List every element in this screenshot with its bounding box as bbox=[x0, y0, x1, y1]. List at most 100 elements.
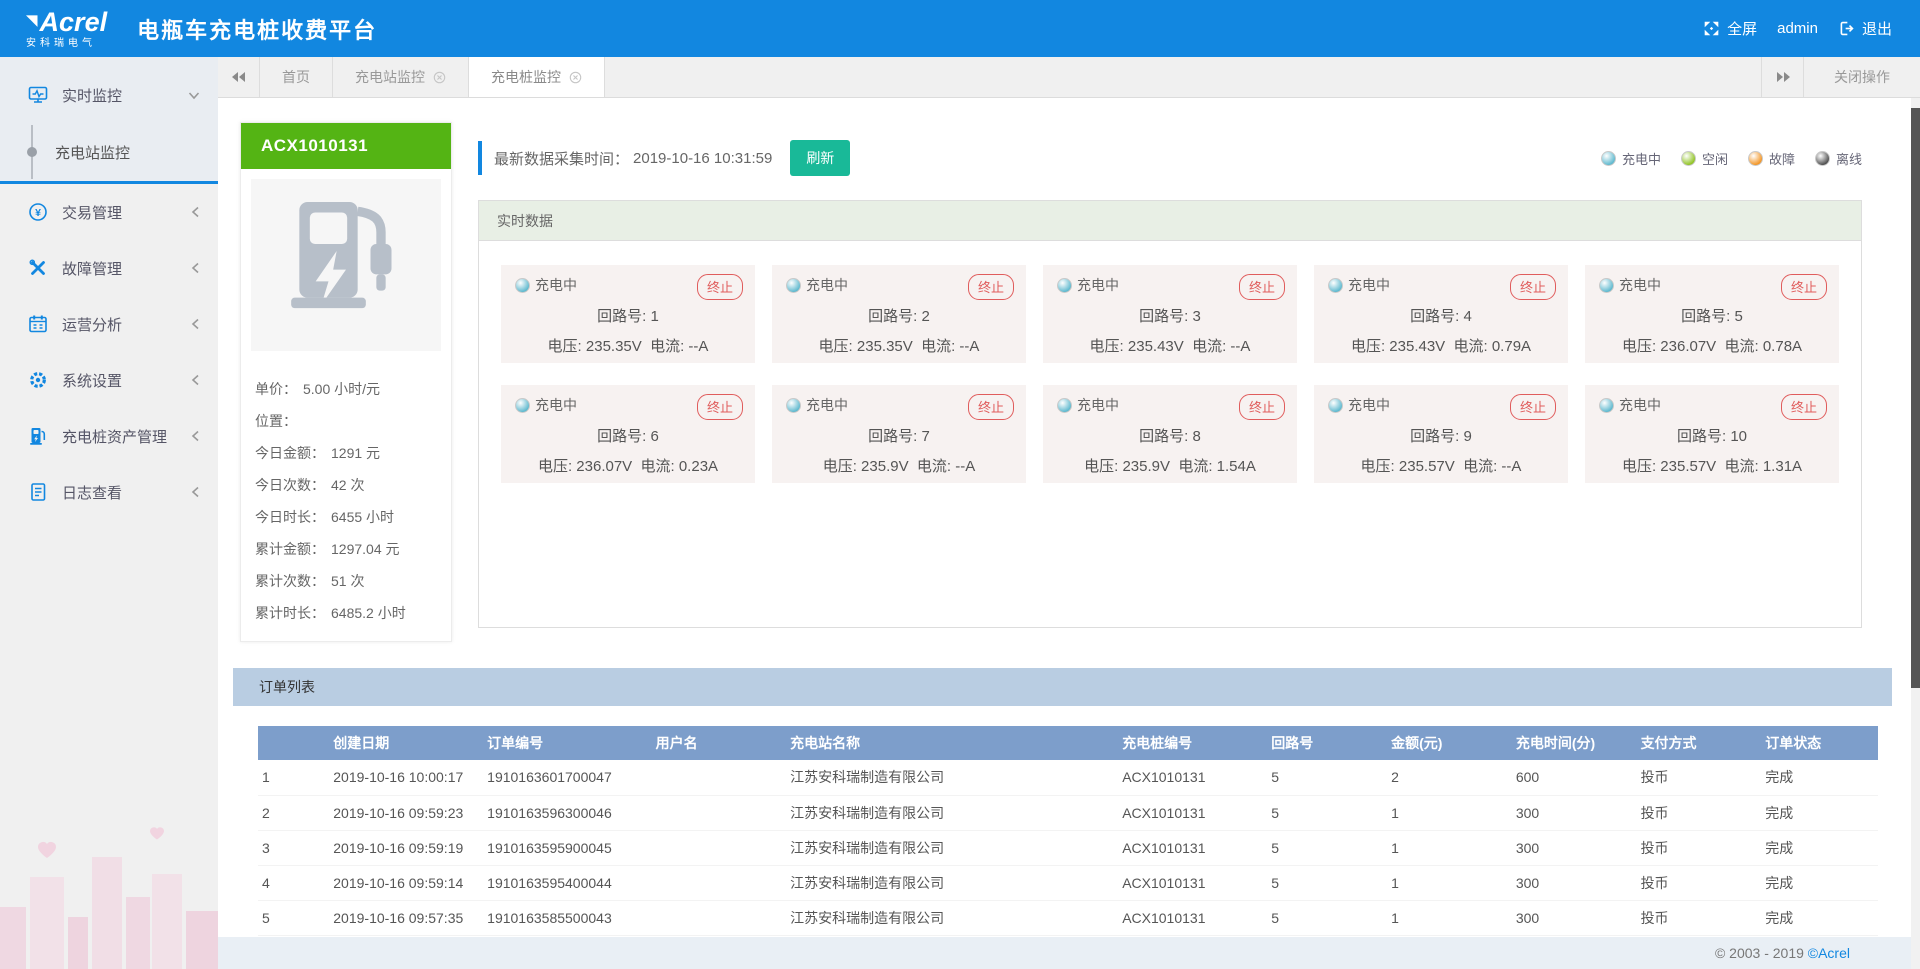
pile-id: ACX1010131 bbox=[241, 123, 451, 169]
cell: 1910163595400044 bbox=[483, 865, 651, 900]
voltage-current: 电压: 235.43V 电流: --A bbox=[1057, 335, 1283, 356]
chevron-down-icon bbox=[188, 91, 200, 100]
sidebar: 实时监控 充电站监控 ¥ 交易管理 故障管理 bbox=[0, 57, 218, 969]
user-menu[interactable]: admin bbox=[1777, 20, 1818, 37]
column-header: 充电时间(分) bbox=[1512, 726, 1637, 760]
circuit-number: 回路号: 3 bbox=[1057, 305, 1283, 326]
sidebar-item-label: 运营分析 bbox=[62, 314, 122, 335]
cell: 2019-10-16 09:59:23 bbox=[329, 795, 483, 830]
charging-status-dot-icon bbox=[786, 278, 801, 293]
tabs-scroll-left-button[interactable] bbox=[218, 57, 260, 97]
fullscreen-button[interactable]: 全屏 bbox=[1703, 18, 1757, 39]
circuit-number: 回路号: 2 bbox=[786, 305, 1012, 326]
orders-header-row: 创建日期订单编号用户名充电站名称充电桩编号回路号金额(元)充电时间(分)支付方式… bbox=[258, 726, 1878, 760]
terminate-button[interactable]: 终止 bbox=[697, 274, 743, 300]
chevron-left-icon bbox=[191, 486, 200, 498]
cell: ACX1010131 bbox=[1118, 795, 1267, 830]
charging-pile-illustration-icon bbox=[287, 195, 405, 335]
channel-card: 充电中 终止 回路号: 2 电压: 235.35V 电流: --A bbox=[772, 265, 1026, 363]
sidebar-item-label: 实时监控 bbox=[62, 85, 122, 106]
cell: 完成 bbox=[1761, 900, 1878, 935]
close-icon[interactable] bbox=[433, 71, 446, 84]
terminate-button[interactable]: 终止 bbox=[1239, 274, 1285, 300]
scrollbar-thumb[interactable] bbox=[1911, 108, 1920, 688]
close-operations-label: 关闭操作 bbox=[1834, 67, 1890, 87]
sidebar-item-pile-assets[interactable]: 充电桩资产管理 bbox=[0, 408, 218, 464]
tab-pile-monitor[interactable]: 充电桩监控 bbox=[469, 57, 605, 97]
cell: 江苏安科瑞制造有限公司 bbox=[786, 830, 1118, 865]
terminate-button[interactable]: 终止 bbox=[1239, 394, 1285, 420]
voltage-current: 电压: 235.9V 电流: 1.54A bbox=[1057, 455, 1283, 476]
voltage-current: 电压: 235.57V 电流: --A bbox=[1328, 455, 1554, 476]
vertical-scrollbar[interactable] bbox=[1911, 98, 1920, 969]
charging-pile-icon bbox=[28, 426, 48, 446]
stat-value: 1291 元 bbox=[331, 445, 380, 461]
page-title: 电瓶车充电桩收费平台 bbox=[137, 13, 377, 45]
status-dot-icon bbox=[1815, 151, 1830, 166]
voltage-current: 电压: 235.35V 电流: --A bbox=[786, 335, 1012, 356]
circuit-number: 回路号: 5 bbox=[1599, 305, 1825, 326]
accent-bar bbox=[478, 141, 482, 175]
table-row: 32019-10-16 09:59:191910163595900045江苏安科… bbox=[258, 830, 1878, 865]
legend-item: 离线 bbox=[1815, 149, 1862, 168]
legend-item: 故障 bbox=[1748, 149, 1795, 168]
cell bbox=[652, 830, 786, 865]
fullscreen-icon bbox=[1703, 20, 1720, 37]
tab-station-monitor[interactable]: 充电站监控 bbox=[333, 57, 469, 97]
cell: 300 bbox=[1512, 830, 1637, 865]
tabs-scroll-right-button[interactable] bbox=[1761, 57, 1803, 97]
terminate-button[interactable]: 终止 bbox=[1781, 394, 1827, 420]
brand-name: Acrel bbox=[26, 9, 107, 36]
cell: ACX1010131 bbox=[1118, 830, 1267, 865]
close-icon[interactable] bbox=[569, 71, 582, 84]
voltage-current: 电压: 235.9V 电流: --A bbox=[786, 455, 1012, 476]
close-operations-dropdown[interactable]: 关闭操作 bbox=[1803, 57, 1920, 97]
stat-label: 今日时长： bbox=[255, 509, 325, 525]
column-header: 金额(元) bbox=[1387, 726, 1512, 760]
acrel-footer-link[interactable]: ©Acrel bbox=[1808, 945, 1850, 961]
circuit-number: 回路号: 9 bbox=[1328, 425, 1554, 446]
terminate-button[interactable]: 终止 bbox=[697, 394, 743, 420]
pile-stat-row: 今日金额：1291 元 bbox=[255, 443, 439, 463]
voltage-current: 电压: 235.43V 电流: 0.79A bbox=[1328, 335, 1554, 356]
table-row: 52019-10-16 09:57:351910163585500043江苏安科… bbox=[258, 900, 1878, 935]
channel-status-label: 充电中 bbox=[1348, 275, 1390, 295]
terminate-button[interactable]: 终止 bbox=[1510, 394, 1556, 420]
cell: 江苏安科瑞制造有限公司 bbox=[786, 760, 1118, 795]
panel-head: 最新数据采集时间： 2019-10-16 10:31:59 刷新 充电中 空闲 … bbox=[478, 140, 1862, 176]
sidebar-item-settings[interactable]: 系统设置 bbox=[0, 352, 218, 408]
channel-card: 充电中 终止 回路号: 6 电压: 236.07V 电流: 0.23A bbox=[501, 385, 755, 483]
sidebar-item-transaction[interactable]: ¥ 交易管理 bbox=[0, 184, 218, 240]
tab-bar: 首页 充电站监控 充电桩监控 关闭操作 bbox=[218, 57, 1920, 98]
pile-stat-row: 今日次数：42 次 bbox=[255, 475, 439, 495]
cell: 1910163601700047 bbox=[483, 760, 651, 795]
chevron-left-icon bbox=[191, 262, 200, 274]
row-index-cell: 3 bbox=[258, 830, 329, 865]
sidebar-item-label: 故障管理 bbox=[62, 258, 122, 279]
orders-title: 订单列表 bbox=[233, 668, 1892, 706]
cell: 1 bbox=[1387, 900, 1512, 935]
logout-icon bbox=[1838, 20, 1855, 37]
realtime-data-title: 实时数据 bbox=[479, 201, 1861, 241]
sidebar-item-station-monitor[interactable]: 充电站监控 bbox=[0, 123, 218, 181]
acrel-logo: Acrel 安科瑞电气 bbox=[26, 9, 107, 49]
logout-button[interactable]: 退出 bbox=[1838, 18, 1892, 39]
cell: 300 bbox=[1512, 795, 1637, 830]
terminate-button[interactable]: 终止 bbox=[968, 394, 1014, 420]
sidebar-item-realtime-monitor[interactable]: 实时监控 bbox=[0, 67, 218, 123]
tab-home[interactable]: 首页 bbox=[260, 57, 333, 97]
sidebar-item-analysis[interactable]: 运营分析 bbox=[0, 296, 218, 352]
chevron-left-icon bbox=[191, 206, 200, 218]
copyright-text: © 2003 - 2019 bbox=[1715, 945, 1808, 961]
cell: 2019-10-16 10:00:17 bbox=[329, 760, 483, 795]
pile-stat-row: 累计金额：1297.04 元 bbox=[255, 539, 439, 559]
charging-status-dot-icon bbox=[1599, 398, 1614, 413]
terminate-button[interactable]: 终止 bbox=[1781, 274, 1827, 300]
channel-card: 充电中 终止 回路号: 9 电压: 235.57V 电流: --A bbox=[1314, 385, 1568, 483]
refresh-button[interactable]: 刷新 bbox=[790, 140, 850, 176]
sidebar-item-fault[interactable]: 故障管理 bbox=[0, 240, 218, 296]
terminate-button[interactable]: 终止 bbox=[968, 274, 1014, 300]
sidebar-item-logs[interactable]: 日志查看 bbox=[0, 464, 218, 520]
sidebar-item-label: 充电桩资产管理 bbox=[62, 426, 167, 447]
terminate-button[interactable]: 终止 bbox=[1510, 274, 1556, 300]
